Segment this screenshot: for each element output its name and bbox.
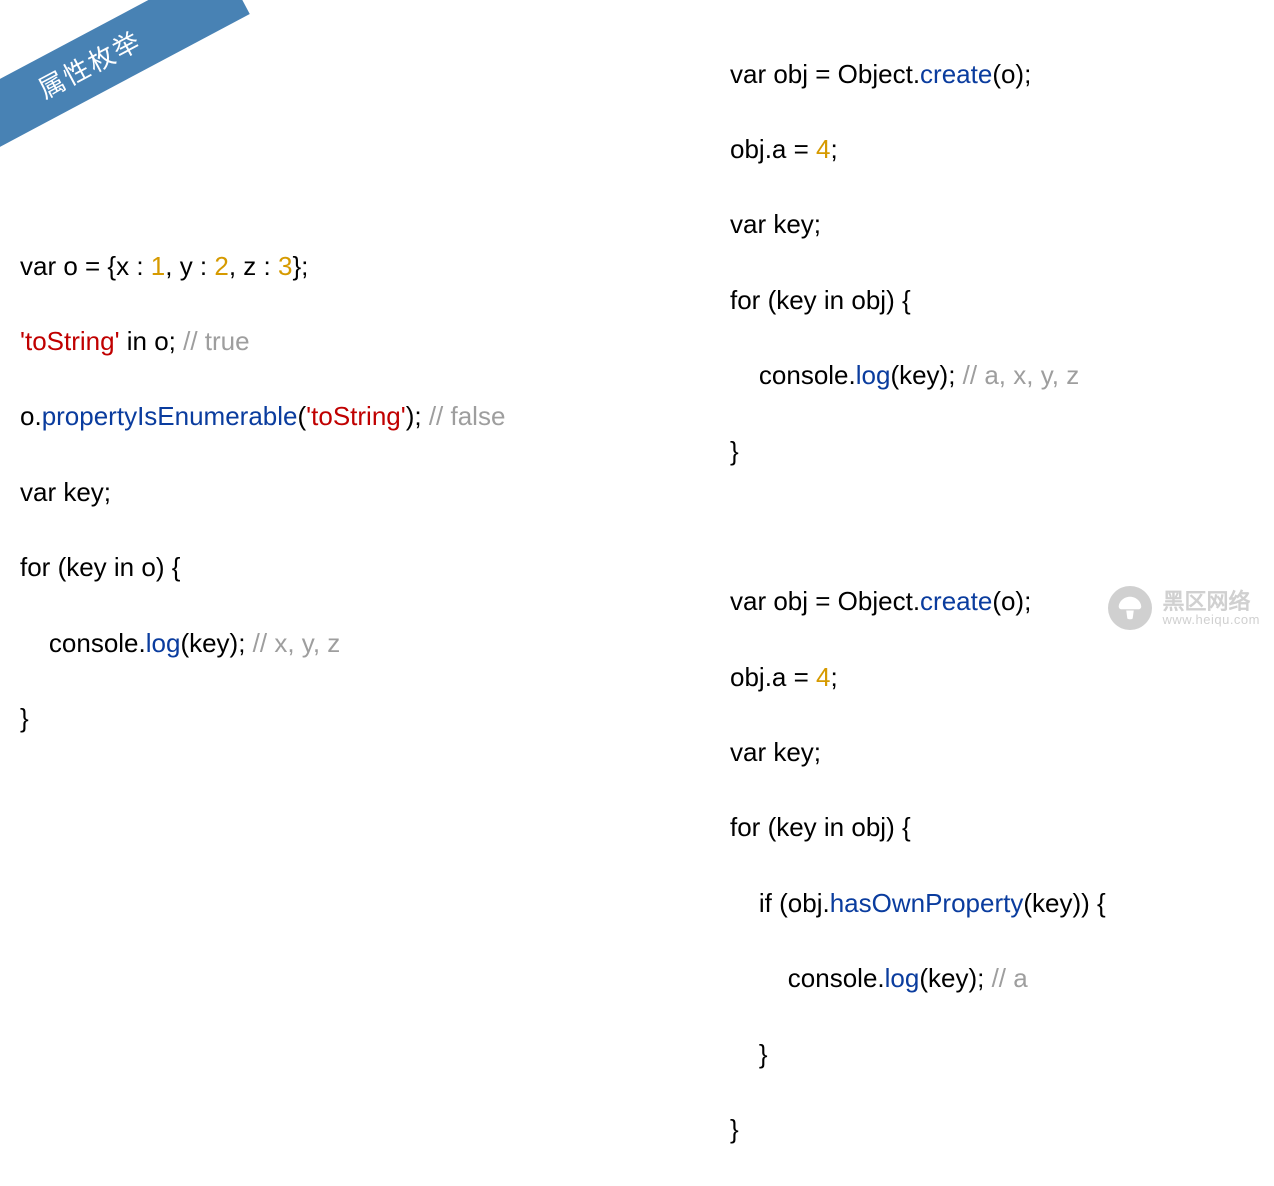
code-right-column: var obj = Object.create(o); obj.a = 4; v… [730,18,1106,1186]
code-blank-line [730,508,1106,546]
code-line: console.log(key); // a, x, y, z [730,357,1106,395]
watermark-main: 黑区网络 [1162,590,1260,613]
code-line: var key; [20,474,505,512]
code-line: var obj = Object.create(o); [730,56,1106,94]
code-line: console.log(key); // a [730,960,1106,998]
code-line: } [730,1111,1106,1149]
watermark-text: 黑区网络 www.heiqu.com [1162,590,1260,627]
code-line: 'toString' in o; // true [20,323,505,361]
code-line: obj.a = 4; [730,131,1106,169]
code-line: } [730,433,1106,471]
code-line: var key; [730,206,1106,244]
code-line: o.propertyIsEnumerable('toString'); // f… [20,398,505,436]
code-left-column: var o = {x : 1, y : 2, z : 3}; 'toString… [20,210,505,775]
ribbon-title: 属性枚举 [33,25,146,104]
watermark-sub: www.heiqu.com [1162,613,1260,627]
code-line: var key; [730,734,1106,772]
code-line: obj.a = 4; [730,659,1106,697]
code-line: } [20,700,505,738]
code-line: for (key in obj) { [730,282,1106,320]
code-line: var o = {x : 1, y : 2, z : 3}; [20,248,505,286]
code-line: } [730,1036,1106,1074]
mushroom-icon [1108,586,1152,630]
section-ribbon: 属性枚举 [0,0,250,169]
code-line: var obj = Object.create(o); [730,583,1106,621]
code-line: for (key in obj) { [730,809,1106,847]
code-line: console.log(key); // x, y, z [20,625,505,663]
watermark: 黑区网络 www.heiqu.com [1108,586,1260,630]
code-line: if (obj.hasOwnProperty(key)) { [730,885,1106,923]
code-line: for (key in o) { [20,549,505,587]
